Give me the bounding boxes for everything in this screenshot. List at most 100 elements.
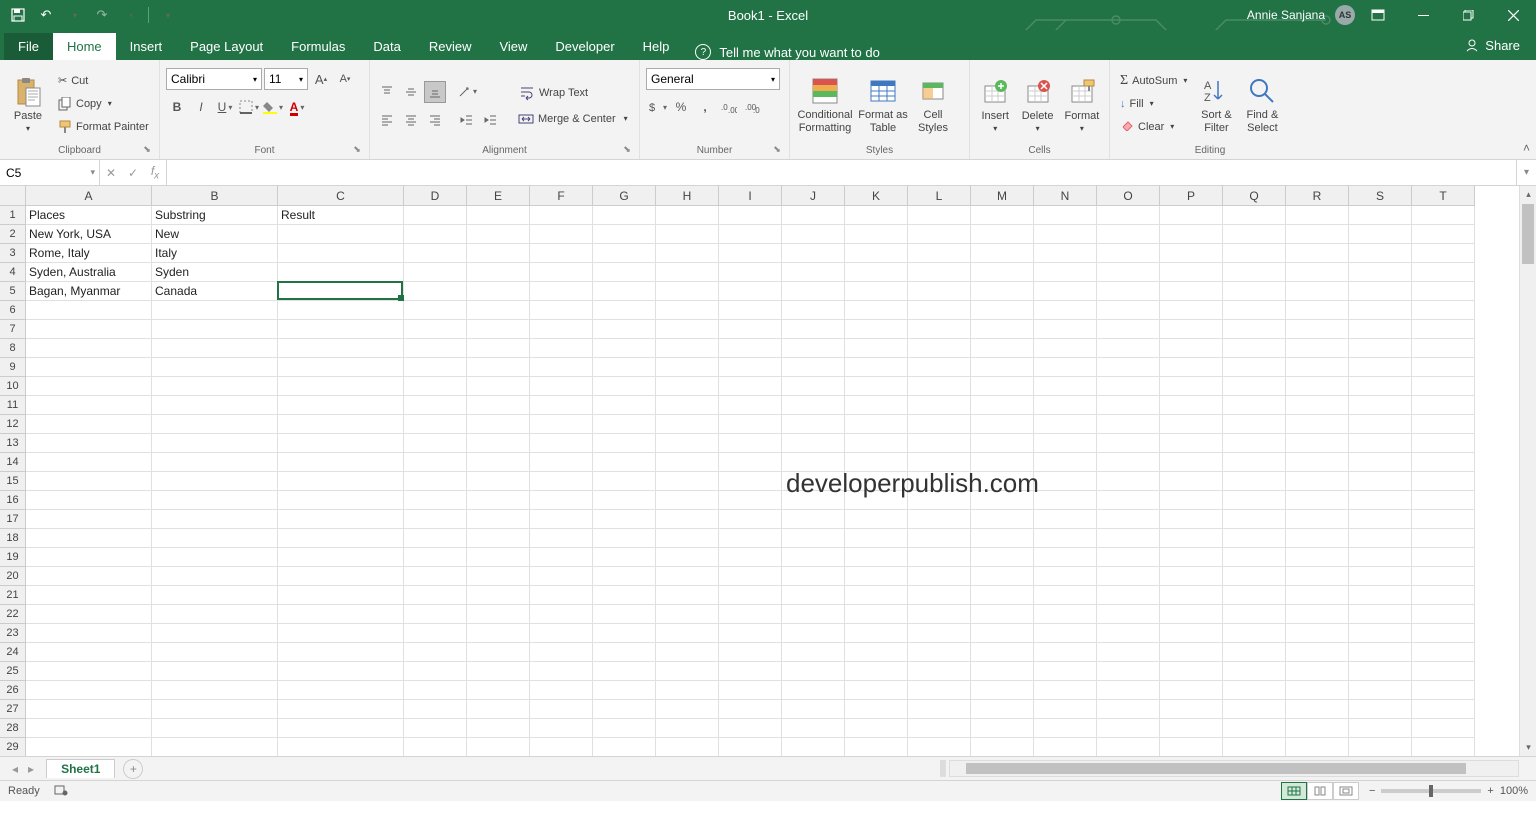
cell-P4[interactable]: [1160, 263, 1223, 282]
hscroll-thumb[interactable]: [966, 763, 1466, 774]
cancel-formula-button[interactable]: ✕: [100, 162, 122, 184]
cell-B17[interactable]: [152, 510, 278, 529]
cell-O14[interactable]: [1097, 453, 1160, 472]
cell-J13[interactable]: [782, 434, 845, 453]
cell-L5[interactable]: [908, 282, 971, 301]
cell-L9[interactable]: [908, 358, 971, 377]
cell-P8[interactable]: [1160, 339, 1223, 358]
cell-T27[interactable]: [1412, 700, 1475, 719]
cell-Q21[interactable]: [1223, 586, 1286, 605]
cell-H8[interactable]: [656, 339, 719, 358]
cell-F23[interactable]: [530, 624, 593, 643]
cell-L28[interactable]: [908, 719, 971, 738]
cell-N13[interactable]: [1034, 434, 1097, 453]
cell-I13[interactable]: [719, 434, 782, 453]
tab-data[interactable]: Data: [359, 33, 414, 60]
cell-E2[interactable]: [467, 225, 530, 244]
cell-Q20[interactable]: [1223, 567, 1286, 586]
maximize-button[interactable]: [1446, 0, 1491, 30]
cell-R25[interactable]: [1286, 662, 1349, 681]
cell-M15[interactable]: [971, 472, 1034, 491]
cell-S17[interactable]: [1349, 510, 1412, 529]
cell-F25[interactable]: [530, 662, 593, 681]
cell-I4[interactable]: [719, 263, 782, 282]
cell-G6[interactable]: [593, 301, 656, 320]
sheet-nav-prev[interactable]: ◂: [8, 762, 22, 776]
cell-P24[interactable]: [1160, 643, 1223, 662]
cell-N22[interactable]: [1034, 605, 1097, 624]
cell-K8[interactable]: [845, 339, 908, 358]
cell-T16[interactable]: [1412, 491, 1475, 510]
cell-H15[interactable]: [656, 472, 719, 491]
cell-K28[interactable]: [845, 719, 908, 738]
ribbon-display-options[interactable]: [1365, 5, 1391, 25]
cell-F19[interactable]: [530, 548, 593, 567]
cell-C16[interactable]: [278, 491, 404, 510]
minimize-button[interactable]: [1401, 0, 1446, 30]
cell-N29[interactable]: [1034, 738, 1097, 756]
cell-D16[interactable]: [404, 491, 467, 510]
col-header-J[interactable]: J: [782, 186, 845, 206]
cell-T13[interactable]: [1412, 434, 1475, 453]
cell-P11[interactable]: [1160, 396, 1223, 415]
col-header-E[interactable]: E: [467, 186, 530, 206]
cell-J26[interactable]: [782, 681, 845, 700]
cell-P10[interactable]: [1160, 377, 1223, 396]
cell-C17[interactable]: [278, 510, 404, 529]
cell-D5[interactable]: [404, 282, 467, 301]
cell-J1[interactable]: [782, 206, 845, 225]
cell-B22[interactable]: [152, 605, 278, 624]
new-sheet-button[interactable]: +: [123, 759, 143, 779]
cell-D9[interactable]: [404, 358, 467, 377]
select-all-corner[interactable]: [0, 186, 26, 206]
cell-B10[interactable]: [152, 377, 278, 396]
col-header-R[interactable]: R: [1286, 186, 1349, 206]
number-launcher[interactable]: ⬊: [771, 144, 783, 156]
user-avatar[interactable]: AS: [1335, 5, 1355, 25]
cell-R12[interactable]: [1286, 415, 1349, 434]
cell-H14[interactable]: [656, 453, 719, 472]
cell-B5[interactable]: Canada: [152, 282, 278, 301]
cell-K11[interactable]: [845, 396, 908, 415]
merge-center-button[interactable]: Merge & Center▾: [514, 109, 632, 129]
cell-S5[interactable]: [1349, 282, 1412, 301]
cell-C18[interactable]: [278, 529, 404, 548]
cut-button[interactable]: ✂Cut: [54, 71, 153, 91]
cell-L10[interactable]: [908, 377, 971, 396]
cell-E23[interactable]: [467, 624, 530, 643]
cell-K4[interactable]: [845, 263, 908, 282]
cell-I28[interactable]: [719, 719, 782, 738]
page-break-view-button[interactable]: [1333, 782, 1359, 800]
cell-H12[interactable]: [656, 415, 719, 434]
cell-P22[interactable]: [1160, 605, 1223, 624]
cell-F17[interactable]: [530, 510, 593, 529]
cell-R23[interactable]: [1286, 624, 1349, 643]
cell-F27[interactable]: [530, 700, 593, 719]
autosum-button[interactable]: ΣAutoSum▾: [1116, 71, 1191, 91]
cell-D11[interactable]: [404, 396, 467, 415]
cell-N1[interactable]: [1034, 206, 1097, 225]
cell-I20[interactable]: [719, 567, 782, 586]
col-header-T[interactable]: T: [1412, 186, 1475, 206]
cell-T2[interactable]: [1412, 225, 1475, 244]
tab-scroll-splitter[interactable]: [940, 760, 946, 777]
cell-E3[interactable]: [467, 244, 530, 263]
copy-button[interactable]: Copy▾: [54, 94, 153, 114]
cell-P14[interactable]: [1160, 453, 1223, 472]
cell-E25[interactable]: [467, 662, 530, 681]
cell-D29[interactable]: [404, 738, 467, 756]
cell-C20[interactable]: [278, 567, 404, 586]
cell-T14[interactable]: [1412, 453, 1475, 472]
cells-area[interactable]: PlacesSubstringResultNew York, USANewRom…: [26, 206, 1475, 756]
cell-S1[interactable]: [1349, 206, 1412, 225]
cell-F28[interactable]: [530, 719, 593, 738]
cell-M23[interactable]: [971, 624, 1034, 643]
cell-C1[interactable]: Result: [278, 206, 404, 225]
cell-R5[interactable]: [1286, 282, 1349, 301]
cell-P6[interactable]: [1160, 301, 1223, 320]
cell-Q28[interactable]: [1223, 719, 1286, 738]
cell-A29[interactable]: [26, 738, 152, 756]
cell-I18[interactable]: [719, 529, 782, 548]
macro-record-icon[interactable]: [54, 784, 68, 799]
paste-button[interactable]: Paste ▾: [6, 64, 50, 143]
